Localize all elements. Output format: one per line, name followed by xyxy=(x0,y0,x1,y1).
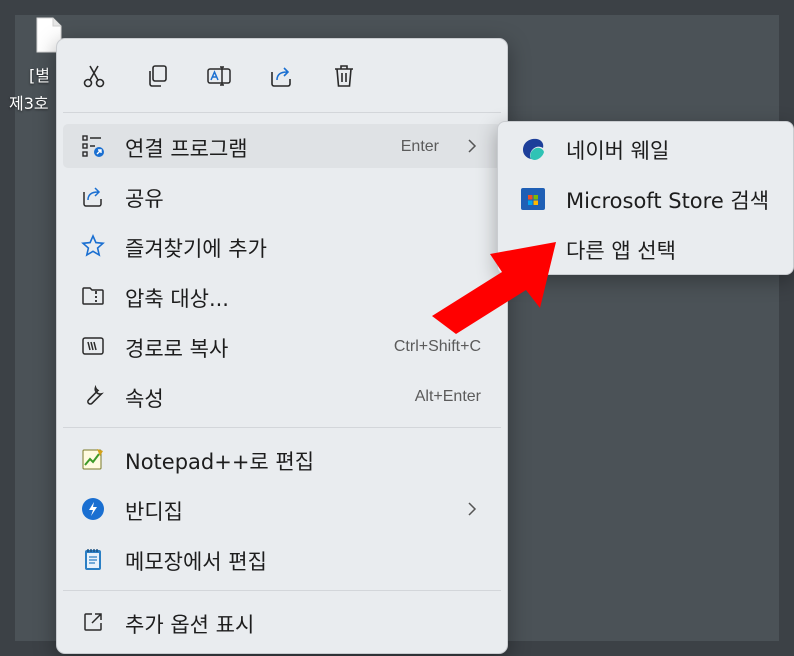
delete-button[interactable] xyxy=(327,59,361,93)
copy-icon xyxy=(149,65,167,87)
notepadpp-icon xyxy=(81,447,105,471)
bandizip-item[interactable]: 반디집 xyxy=(63,487,501,531)
whale-label: 네이버 웨일 xyxy=(566,139,670,163)
scissors-icon xyxy=(83,65,105,88)
more-options-item[interactable]: 추가 옵션 표시 xyxy=(63,600,501,644)
cut-button[interactable] xyxy=(77,59,111,93)
open-with-icon xyxy=(81,134,105,158)
choose-app-item[interactable]: 다른 앱 선택 xyxy=(504,226,787,270)
properties-shortcut: Alt+Enter xyxy=(414,388,481,405)
open-with-label: 연결 프로그램 xyxy=(125,137,248,161)
copy-path-label: 경로로 복사 xyxy=(125,337,229,361)
whale-browser-icon xyxy=(520,136,546,162)
whale-item[interactable]: 네이버 웨일 xyxy=(504,126,787,170)
compress-label: 압축 대상... xyxy=(125,287,229,311)
store-search-label: Microsoft Store 검색 xyxy=(566,189,770,213)
external-icon xyxy=(81,610,105,634)
copy-button[interactable] xyxy=(140,59,174,93)
add-favorites-item[interactable]: 즐겨찾기에 추가 xyxy=(63,224,501,268)
share-icon xyxy=(81,184,105,208)
trash-icon xyxy=(335,65,353,87)
notepad-icon xyxy=(81,547,105,571)
choose-app-label: 다른 앱 선택 xyxy=(566,239,676,263)
context-menu: 연결 프로그램 Enter 공유 즐겨찾기에 추가 압축 대상... 경로로 복… xyxy=(56,38,508,654)
notepad-label: 메모장에서 편집 xyxy=(125,550,267,574)
notepadpp-item[interactable]: Notepad++로 편집 xyxy=(63,437,501,481)
open-with-item[interactable]: 연결 프로그램 Enter xyxy=(63,124,501,168)
open-with-shortcut: Enter xyxy=(400,138,439,155)
properties-label: 속성 xyxy=(125,387,164,411)
chevron-right-icon xyxy=(468,139,477,153)
star-icon xyxy=(81,234,105,258)
compress-item[interactable]: 압축 대상... xyxy=(63,274,501,318)
share-icon xyxy=(271,67,291,87)
chevron-right-icon xyxy=(468,502,477,516)
path-icon xyxy=(81,334,105,358)
notepadpp-label: Notepad++로 편집 xyxy=(125,450,315,474)
menu-separator xyxy=(63,112,501,113)
notepad-item[interactable]: 메모장에서 편집 xyxy=(63,537,501,581)
rename-icon xyxy=(207,66,231,86)
open-with-submenu: 네이버 웨일 Microsoft Store 검색 다른 앱 선택 xyxy=(497,121,794,275)
bandizip-icon xyxy=(81,497,105,521)
rename-button[interactable] xyxy=(202,59,236,93)
menu-separator xyxy=(63,427,501,428)
menu-separator xyxy=(63,590,501,591)
zip-folder-icon xyxy=(81,284,105,308)
more-options-label: 추가 옵션 표시 xyxy=(125,613,255,637)
share-button[interactable] xyxy=(265,59,299,93)
store-search-item[interactable]: Microsoft Store 검색 xyxy=(504,176,787,220)
wrench-icon xyxy=(81,384,105,408)
bandizip-label: 반디집 xyxy=(125,500,183,524)
properties-item[interactable]: 속성 Alt+Enter xyxy=(63,374,501,418)
microsoft-store-icon xyxy=(520,186,546,212)
copy-path-item[interactable]: 경로로 복사 Ctrl+Shift+C xyxy=(63,324,501,368)
share-item[interactable]: 공유 xyxy=(63,174,501,218)
copy-path-shortcut: Ctrl+Shift+C xyxy=(393,338,481,355)
share-label: 공유 xyxy=(125,187,164,211)
add-favorites-label: 즐겨찾기에 추가 xyxy=(125,237,267,261)
